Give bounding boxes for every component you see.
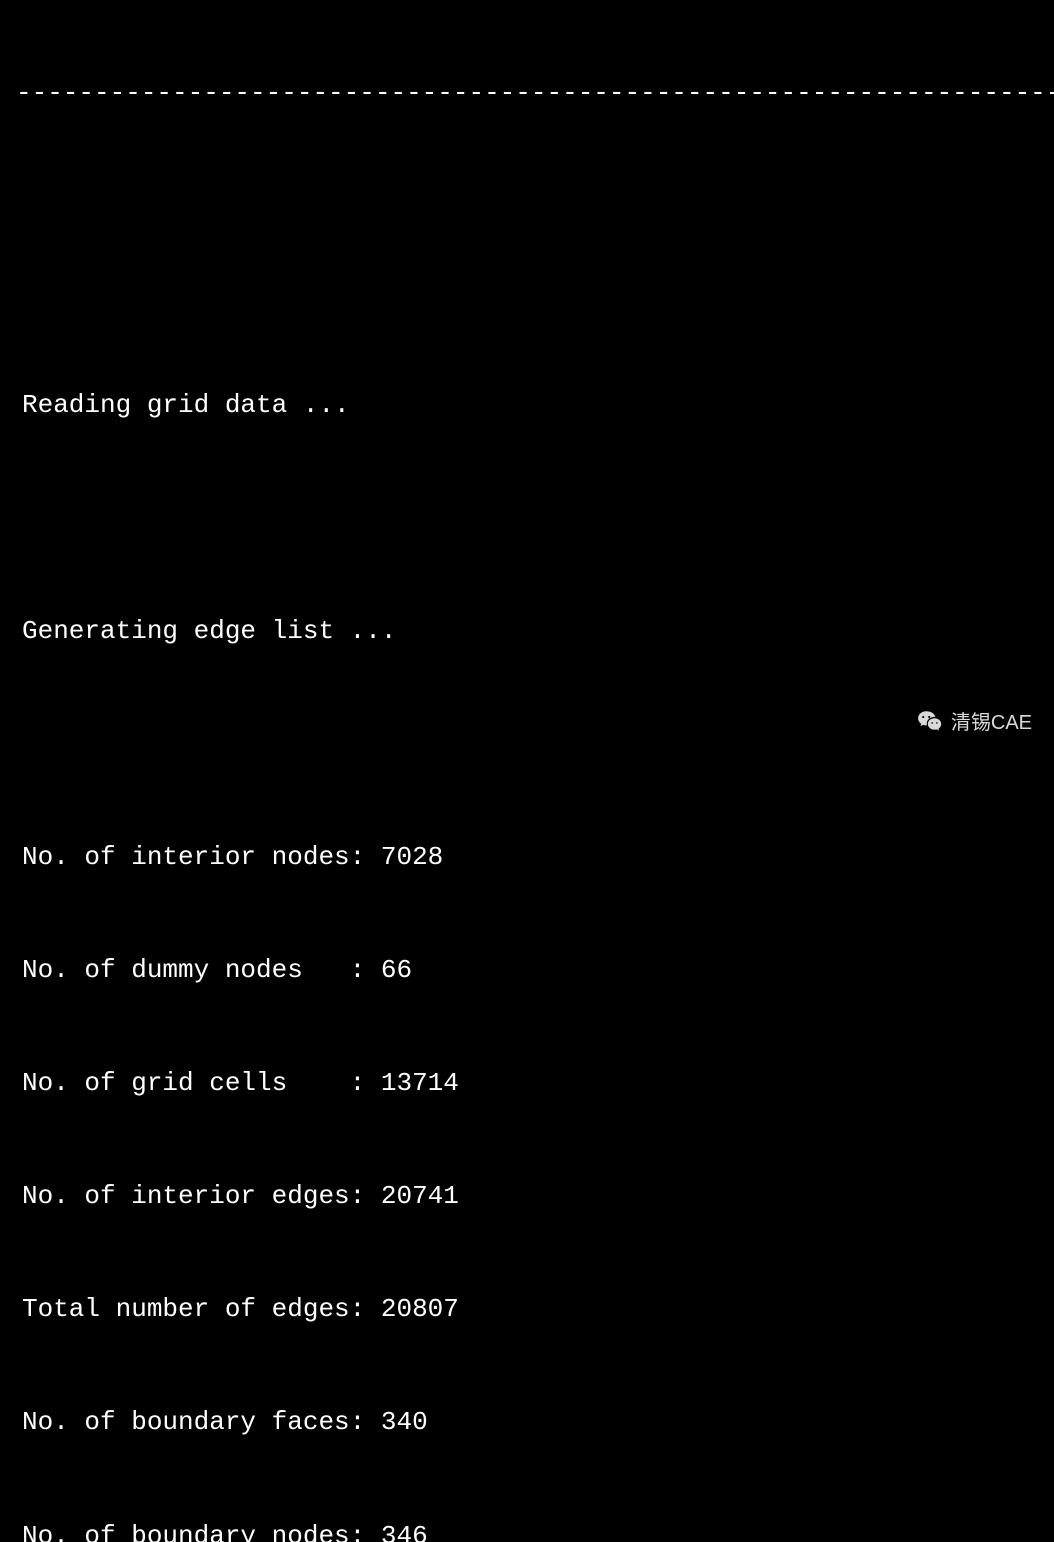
terminal-output: ----------------------------------------… [0, 0, 1054, 1542]
watermark: 清锡CAE [917, 706, 1032, 735]
terminal-line: No. of boundary nodes: 346 [22, 1518, 1054, 1542]
terminal-line: No. of dummy nodes : 66 [22, 952, 1054, 990]
terminal-line [22, 274, 1054, 312]
terminal-line [22, 500, 1054, 538]
terminal-line [22, 726, 1054, 764]
terminal-line: No. of interior edges: 20741 [22, 1178, 1054, 1216]
terminal-line: No. of grid cells : 13714 [22, 1065, 1054, 1103]
terminal-line: Total number of edges: 20807 [22, 1291, 1054, 1329]
wechat-icon [917, 708, 943, 734]
terminal-line: Reading grid data ... [22, 387, 1054, 425]
separator-line: ----------------------------------------… [0, 75, 1054, 113]
terminal-line: Generating edge list ... [22, 613, 1054, 651]
terminal-line: No. of boundary faces: 340 [22, 1404, 1054, 1442]
terminal-line: No. of interior nodes: 7028 [22, 839, 1054, 877]
terminal-content: Reading grid data ... Generating edge li… [0, 188, 1054, 1542]
watermark-text: 清锡CAE [951, 706, 1032, 735]
